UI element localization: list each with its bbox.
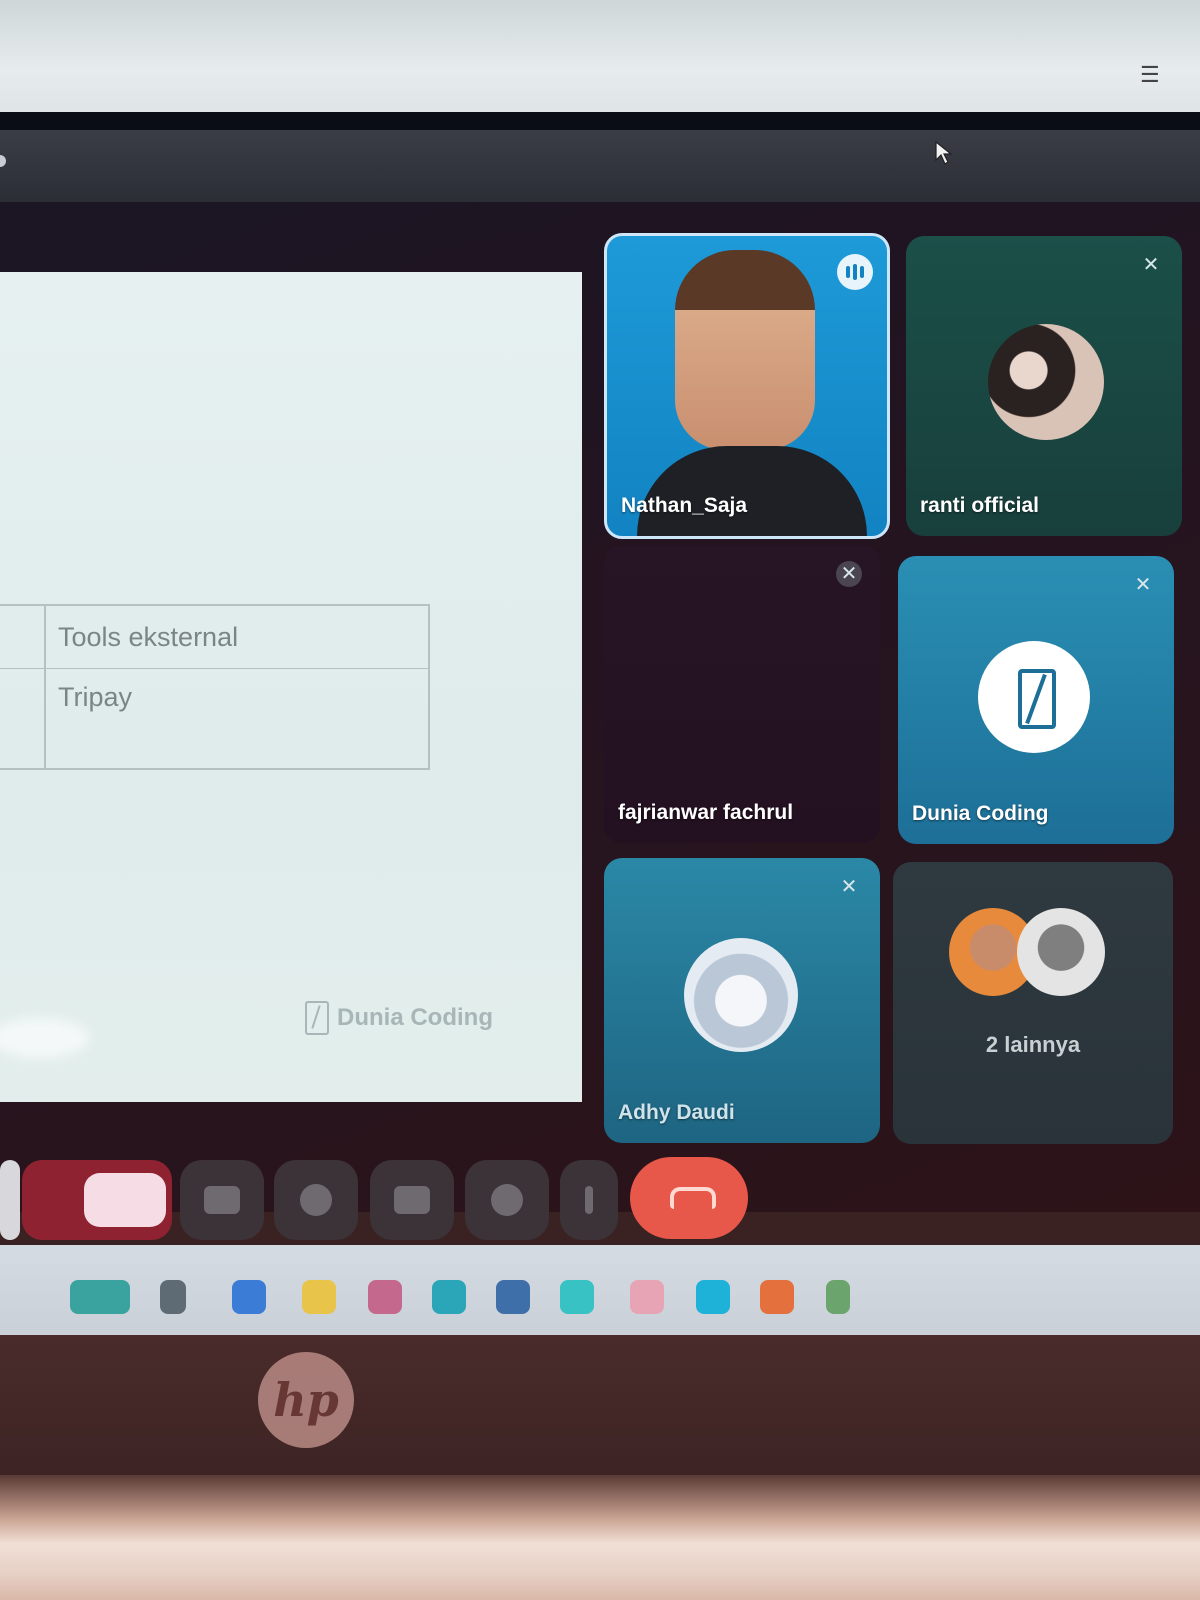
mic-off-icon: ✕ — [1134, 574, 1152, 596]
participant-name: 2 lainnya — [985, 1032, 1081, 1057]
mic-off-icon: ✕ — [840, 876, 858, 898]
mic-off-icon: ✕ — [836, 561, 862, 587]
photos-icon[interactable] — [630, 1280, 664, 1314]
file-explorer-icon[interactable] — [302, 1280, 336, 1314]
participant-tile-others[interactable]: 2 lainnya — [893, 862, 1173, 1144]
app-icon[interactable] — [368, 1280, 402, 1314]
mail-icon[interactable] — [496, 1280, 530, 1314]
participant-tile-nathan[interactable]: Nathan_Saja — [604, 233, 890, 539]
phone-hangup-icon — [670, 1187, 716, 1209]
participant-name: Dunia Coding — [912, 802, 1049, 825]
avatar — [978, 641, 1090, 753]
browser-toolbar — [0, 0, 1200, 115]
mouse-cursor-icon — [935, 140, 953, 165]
slide-watermark: Dunia Coding — [305, 1000, 493, 1036]
share-screen-button[interactable] — [370, 1160, 454, 1240]
avatar — [988, 324, 1104, 440]
edge-icon[interactable] — [432, 1280, 466, 1314]
table-row: Tripay — [0, 670, 430, 766]
tab-search-icon[interactable]: ☰ — [1140, 62, 1166, 88]
end-call-button[interactable] — [630, 1157, 748, 1239]
participant-name: Adhy Daudi — [618, 1101, 735, 1124]
hp-logo-icon: hp — [258, 1352, 354, 1448]
more-options-button[interactable] — [560, 1160, 618, 1240]
participant-name: fajrianwar fachrul — [618, 801, 794, 824]
emoji-button[interactable] — [274, 1160, 358, 1240]
participant-video-body — [637, 446, 867, 536]
mic-off-icon: ✕ — [1142, 254, 1160, 276]
participant-tile-dunia-coding[interactable]: ✕ Dunia Coding — [898, 556, 1174, 844]
share-screen-icon — [394, 1186, 430, 1214]
watermark-text: Dunia Coding — [337, 1004, 493, 1031]
avatar — [684, 938, 798, 1052]
chrome-icon[interactable] — [826, 1280, 850, 1314]
participant-name: Nathan_Saja — [621, 494, 748, 517]
captions-icon — [204, 1186, 240, 1214]
participant-tile-fajrianwar[interactable]: ✕ fajrianwar fachrul — [604, 545, 880, 843]
table-cell: Tools eksternal — [58, 622, 239, 652]
search-icon[interactable] — [160, 1280, 186, 1314]
widgets-icon[interactable] — [70, 1280, 130, 1314]
start-icon[interactable] — [232, 1280, 266, 1314]
screen-edge — [0, 112, 1200, 130]
laptop-hinge — [0, 1475, 1200, 1600]
table-cell: Tripay — [58, 682, 133, 712]
more-vert-icon — [585, 1186, 593, 1214]
participant-tile-ranti[interactable]: ✕ ranti official — [906, 236, 1182, 536]
dunia-coding-logo-icon — [305, 1001, 329, 1035]
browser-icon[interactable] — [696, 1280, 730, 1314]
control-bar-edge — [0, 1160, 20, 1240]
app-header — [0, 130, 1200, 202]
emoji-icon — [300, 1184, 332, 1216]
participant-name: ranti official — [920, 494, 1040, 517]
laptop-bezel — [0, 1335, 1200, 1475]
office-icon[interactable] — [760, 1280, 794, 1314]
captions-button[interactable] — [180, 1160, 264, 1240]
present-icon — [84, 1173, 166, 1227]
slide-table: Tools eksternal Tripay — [0, 604, 430, 770]
os-taskbar — [0, 1245, 1200, 1335]
raise-hand-button[interactable] — [465, 1160, 549, 1240]
present-button[interactable] — [22, 1160, 172, 1240]
speaking-icon — [837, 254, 873, 290]
hand-icon — [491, 1184, 523, 1216]
participant-tile-adhy[interactable]: ✕ Adhy Daudi — [604, 858, 880, 1143]
avatar — [1017, 908, 1105, 996]
store-icon[interactable] — [560, 1280, 594, 1314]
table-row: Tools eksternal — [0, 606, 430, 669]
dunia-coding-logo-icon — [1018, 669, 1056, 729]
participant-video-face — [675, 250, 815, 450]
